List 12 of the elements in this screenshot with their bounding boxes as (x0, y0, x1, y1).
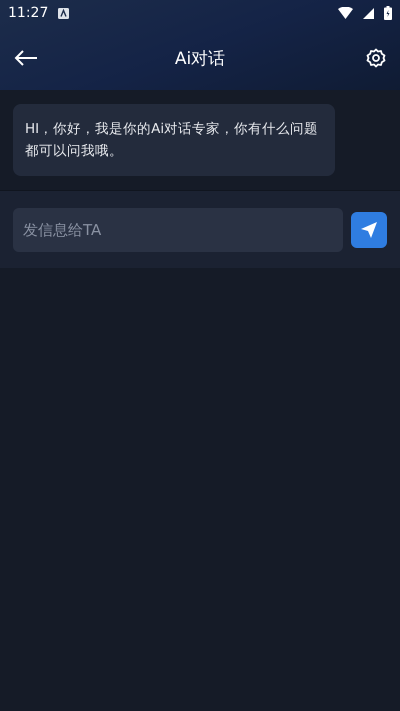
wifi-icon (338, 7, 353, 19)
back-arrow-icon[interactable] (14, 50, 38, 66)
signal-icon (363, 8, 374, 18)
send-button[interactable] (351, 212, 387, 248)
status-time: 11:27 (8, 5, 48, 21)
battery-icon (384, 6, 392, 20)
message-bubble: HI，你好，我是你的Ai对话专家，你有什么问题都可以问我哦。 (13, 104, 335, 176)
page-title: Ai对话 (174, 48, 226, 68)
settings-icon[interactable] (366, 48, 386, 68)
message-input-field[interactable]: 发信息给TA (13, 208, 343, 252)
notification-icon (58, 8, 70, 18)
send-icon (360, 220, 378, 238)
